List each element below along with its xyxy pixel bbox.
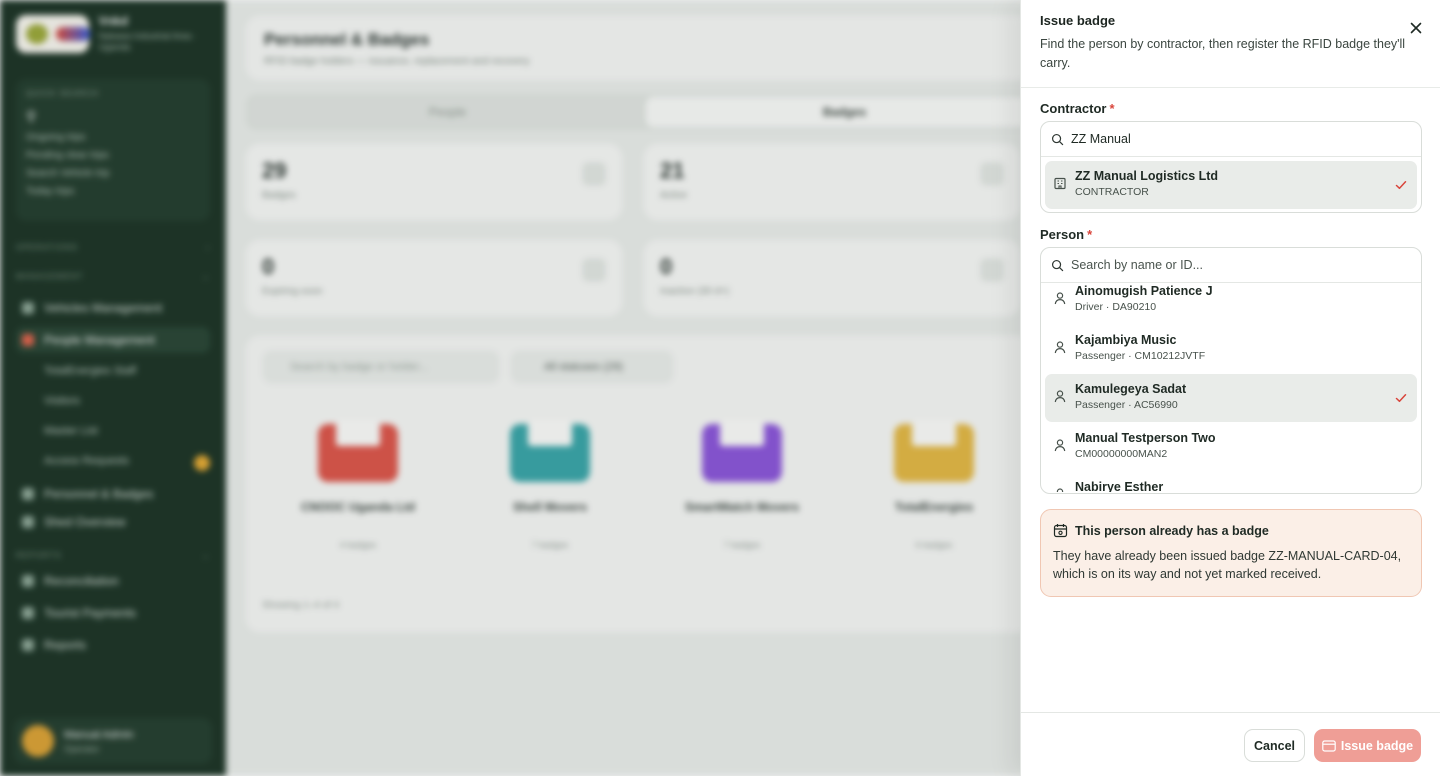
- person-combobox: Ainomugish Patience J Driver · DA90210 Kaj…: [1040, 247, 1422, 494]
- person-option[interactable]: Ainomugish Patience J Driver · DA90210: [1045, 283, 1417, 324]
- drawer-header: Issue badge Find the person by contracto…: [1021, 0, 1440, 88]
- person-option-name: Manual Testperson Two: [1075, 431, 1216, 445]
- contractor-combobox: ZZ Manual Logistics Ltd CONTRACTOR: [1040, 121, 1422, 213]
- contractor-label: Contractor *: [1040, 101, 1115, 116]
- person-option-detail: Passenger · AC56990: [1075, 399, 1178, 411]
- person-option[interactable]: Manual Testperson Two CM00000000MAN2: [1045, 423, 1417, 471]
- check-icon: [1395, 394, 1407, 403]
- contractor-option[interactable]: ZZ Manual Logistics Ltd CONTRACTOR: [1045, 161, 1417, 209]
- person-icon: [1054, 292, 1066, 305]
- issue-badge-label: Issue badge: [1340, 738, 1414, 753]
- existing-badge-alert: This person already has a badge They hav…: [1040, 509, 1422, 597]
- alert-body: They have already been issued badge ZZ-M…: [1053, 549, 1402, 581]
- person-option-name: Nabirye Esther: [1075, 480, 1164, 492]
- drawer-footer: Cancel Issue badge: [1021, 712, 1440, 776]
- required-mark: *: [1087, 227, 1093, 242]
- person-label: Person *: [1040, 227, 1093, 242]
- person-option-name: Ainomugish Patience J: [1075, 284, 1213, 298]
- person-option-detail: Passenger · CM10212JVTF: [1075, 350, 1206, 362]
- alert-title: This person already has a badge: [1075, 523, 1269, 538]
- drawer-description: Find the person by contractor, then regi…: [1040, 37, 1406, 70]
- search-icon: [1051, 133, 1064, 146]
- person-option[interactable]: Kajambiya Music Passenger · CM10212JVTF: [1045, 325, 1417, 373]
- person-option-name: Kajambiya Music: [1075, 333, 1177, 347]
- person-search-input[interactable]: [1071, 258, 1401, 272]
- contractor-search: [1041, 122, 1421, 157]
- person-icon: [1054, 390, 1066, 403]
- badge-calendar-icon: [1053, 524, 1068, 538]
- person-icon: [1054, 341, 1066, 354]
- building-icon: [1054, 177, 1066, 190]
- issue-badge-button[interactable]: Issue badge: [1314, 729, 1421, 762]
- person-option[interactable]: Kamulegeya Sadat Passenger · AC56990: [1045, 374, 1417, 422]
- cancel-button[interactable]: Cancel: [1244, 729, 1305, 762]
- contractor-option-name: ZZ Manual Logistics Ltd: [1075, 169, 1219, 183]
- issue-badge-drawer: Issue badge Find the person by contracto…: [1020, 0, 1440, 776]
- person-option-detail: CM00000000MAN2: [1075, 448, 1168, 460]
- card-icon: [1322, 739, 1336, 752]
- person-search: [1041, 248, 1421, 283]
- drawer-title: Issue badge: [1040, 13, 1116, 28]
- modal-overlay[interactable]: [0, 0, 1020, 776]
- close-icon[interactable]: [1408, 20, 1424, 36]
- check-icon: [1395, 181, 1407, 190]
- contractor-option-type: CONTRACTOR: [1075, 186, 1149, 198]
- required-mark: *: [1109, 101, 1115, 116]
- person-option-detail: Driver · DA90210: [1075, 301, 1157, 313]
- search-icon: [1051, 259, 1064, 272]
- person-option-list[interactable]: Ainomugish Patience J Driver · DA90210 Kaj…: [1041, 283, 1421, 492]
- contractor-input[interactable]: [1071, 132, 1401, 146]
- person-option[interactable]: Nabirye EstherPassenger · CF90021066ZZML: [1045, 472, 1417, 492]
- person-option-name: Kamulegeya Sadat: [1075, 382, 1187, 396]
- person-icon: [1054, 439, 1066, 452]
- person-icon: [1056, 488, 1064, 492]
